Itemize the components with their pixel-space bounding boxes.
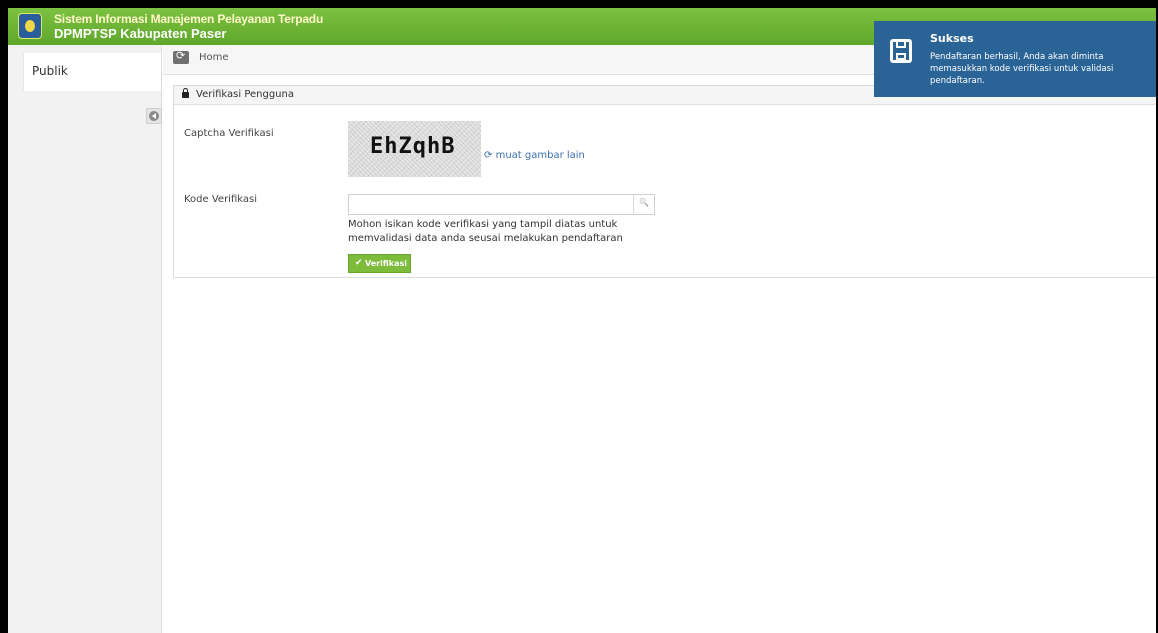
captcha-image: EhZqhB xyxy=(348,121,481,177)
help-text: Mohon isikan kode verifikasi yang tampil… xyxy=(348,219,623,244)
toast-title: Sukses xyxy=(930,32,974,45)
save-icon xyxy=(890,39,912,63)
verify-button[interactable]: ✔ Verifikasi xyxy=(348,254,411,273)
logo xyxy=(18,13,42,39)
refresh-icon: ⟳ xyxy=(484,150,493,161)
home-icon[interactable] xyxy=(173,49,189,64)
reload-captcha-label: muat gambar lain xyxy=(495,150,585,161)
sidebar-collapse-button[interactable] xyxy=(146,108,162,124)
code-label: Kode Verifikasi xyxy=(184,194,257,205)
app-subtitle: DPMPTSP Kabupaten Paser xyxy=(54,26,227,41)
lock-icon xyxy=(182,88,189,98)
panel-title: Verifikasi Pengguna xyxy=(196,89,294,100)
sidebar: Publik xyxy=(8,45,162,633)
app-title: Sistem Informasi Manajemen Pelayanan Ter… xyxy=(54,12,324,26)
collapse-icon xyxy=(149,111,159,121)
captcha-text: EhZqhB xyxy=(370,134,456,159)
check-icon: ✔ xyxy=(355,258,363,268)
sidebar-item-label: Publik xyxy=(32,64,68,78)
breadcrumb-home[interactable]: Home xyxy=(199,52,229,63)
verification-panel: Verifikasi Pengguna Captcha Verifikasi E… xyxy=(173,85,1156,278)
verify-button-label: Verifikasi xyxy=(365,259,408,268)
success-toast[interactable]: Sukses Pendaftaran berhasil, Anda akan d… xyxy=(874,21,1156,97)
sidebar-item-publik[interactable]: Publik xyxy=(23,53,161,91)
verification-code-input[interactable] xyxy=(348,194,655,215)
reload-captcha-link[interactable]: ⟳ muat gambar lain xyxy=(484,150,585,161)
captcha-label: Captcha Verifikasi xyxy=(184,128,274,139)
toast-message: Pendaftaran berhasil, Anda akan diminta … xyxy=(930,52,1114,86)
search-icon[interactable] xyxy=(633,194,655,215)
app-window: Sistem Informasi Manajemen Pelayanan Ter… xyxy=(8,8,1156,633)
